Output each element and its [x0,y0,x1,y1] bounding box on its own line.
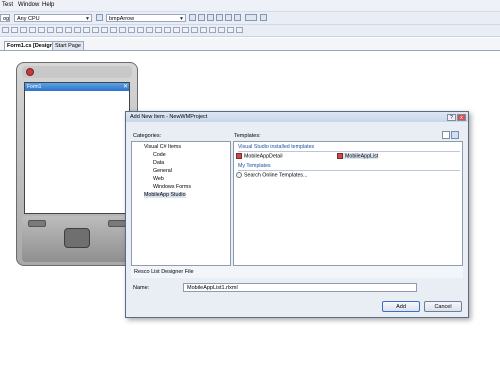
template-icon [236,153,242,159]
name-field[interactable]: MobileAppList1.rlxml [183,283,417,292]
align-icon[interactable] [110,27,117,33]
templates-list [233,141,463,266]
chevron-down-icon: ▼ [85,16,90,22]
menu-test[interactable]: Test [2,2,13,8]
cancel-button[interactable]: Cancel [424,301,462,312]
menu-help[interactable]: Help [42,2,54,8]
align-icon[interactable] [137,27,144,33]
tree-item-visual-csharp[interactable]: Visual C# Items [144,144,181,150]
align-icon[interactable] [38,27,45,33]
menu-bar: Test Window Help [0,0,500,12]
target-combo[interactable]: bmpArrow ▼ [106,14,186,22]
tree-item-mobileapp-studio[interactable]: MobileApp Studio [144,192,186,198]
right-softkey [108,220,126,227]
menu-window[interactable]: Window [18,2,39,8]
tab-form1-design[interactable]: Form1.cs [Design] [4,41,58,50]
name-label: Name: [133,285,150,291]
toolbar-icon[interactable] [260,14,267,21]
align-icon[interactable] [218,27,225,33]
align-icon[interactable] [20,27,27,33]
template-label: MobileAppDetail [244,153,283,160]
align-icon[interactable] [92,27,99,33]
my-templates-header: My Templates [238,163,271,169]
small-icons-view-icon[interactable] [451,131,459,139]
chevron-down-icon: ▼ [179,16,184,22]
dialog-title-bar: Add New Item - NewWMProject [126,112,468,122]
description-text: Resco List Designer File [134,269,194,275]
align-icon[interactable] [155,27,162,33]
align-icon[interactable] [65,27,72,33]
form-title-bar[interactable]: Form1 ✕ [25,83,129,91]
close-icon[interactable]: ✕ [123,83,128,91]
large-icons-view-icon[interactable] [442,131,450,139]
align-icon[interactable] [83,27,90,33]
search-icon [236,172,242,178]
align-icon[interactable] [146,27,153,33]
toolbar-icon[interactable] [207,14,214,21]
align-icon[interactable] [173,27,180,33]
template-mobileappdetail[interactable]: MobileAppDetail [236,153,283,159]
align-icon[interactable] [29,27,36,33]
align-icon[interactable] [227,27,234,33]
align-icon[interactable] [74,27,81,33]
toolbar-icon[interactable] [216,14,223,21]
tree-item-general[interactable]: General [153,168,172,174]
tree-item-web[interactable]: Web [153,176,164,182]
tree-item-code[interactable]: Code [153,152,166,158]
template-icon [337,153,343,159]
document-tabs: Form1.cs [Design] Start Page [0,38,500,51]
template-search-online[interactable]: Search Online Templates... [236,172,308,178]
device-top-bezel [22,66,132,78]
standard-toolbar: og Any CPU ▼ bmpArrow ▼ [0,12,500,25]
name-value: MobileAppList1.rlxml [187,285,238,291]
align-icon[interactable] [182,27,189,33]
help-icon[interactable]: ? [447,114,456,121]
configuration-combo[interactable]: og [0,14,10,22]
configuration-value: og [3,16,10,22]
align-icon[interactable] [164,27,171,33]
left-softkey [28,220,46,227]
toolbar-icon[interactable] [198,14,205,21]
platform-combo[interactable]: Any CPU ▼ [14,14,92,22]
align-icon[interactable] [56,27,63,33]
power-icon [26,68,34,76]
dpad-icon [64,228,90,248]
template-label: MobileAppList [345,153,379,160]
group-divider [238,170,460,171]
tree-item-data[interactable]: Data [153,160,164,166]
dialog-title: Add New Item - NewWMProject [130,114,208,120]
align-icon[interactable] [101,27,108,33]
align-icon[interactable] [236,27,243,33]
toolbar-icon[interactable] [234,14,241,21]
template-mobileapplist[interactable]: MobileAppList [337,153,379,160]
platform-value: Any CPU [17,16,40,22]
align-icon[interactable] [209,27,216,33]
layout-toolbar [0,25,500,37]
device-icon[interactable] [245,14,257,21]
close-icon[interactable]: x [457,114,466,121]
align-icon[interactable] [119,27,126,33]
form-title: Form1 [27,84,42,90]
target-value: bmpArrow [109,16,135,22]
align-icon[interactable] [47,27,54,33]
tab-start-page[interactable]: Start Page [52,41,84,50]
toolbar-icon[interactable] [225,14,232,21]
templates-label: Templates: [234,133,261,139]
add-button[interactable]: Add [382,301,420,312]
categories-tree [131,141,231,266]
device-screen[interactable] [24,82,130,214]
categories-label: Categories: [133,133,162,139]
align-icon[interactable] [11,27,18,33]
vs-templates-header: Visual Studio installed templates [238,144,315,150]
align-icon[interactable] [2,27,9,33]
template-label: Search Online Templates... [244,172,308,179]
template-description: Resco List Designer File [131,266,463,278]
tree-item-windows-forms[interactable]: Windows Forms [153,184,191,190]
find-icon[interactable] [96,14,103,21]
align-icon[interactable] [200,27,207,33]
group-divider [238,151,460,152]
toolbar-icon[interactable] [189,14,196,21]
align-icon[interactable] [128,27,135,33]
align-icon[interactable] [191,27,198,33]
